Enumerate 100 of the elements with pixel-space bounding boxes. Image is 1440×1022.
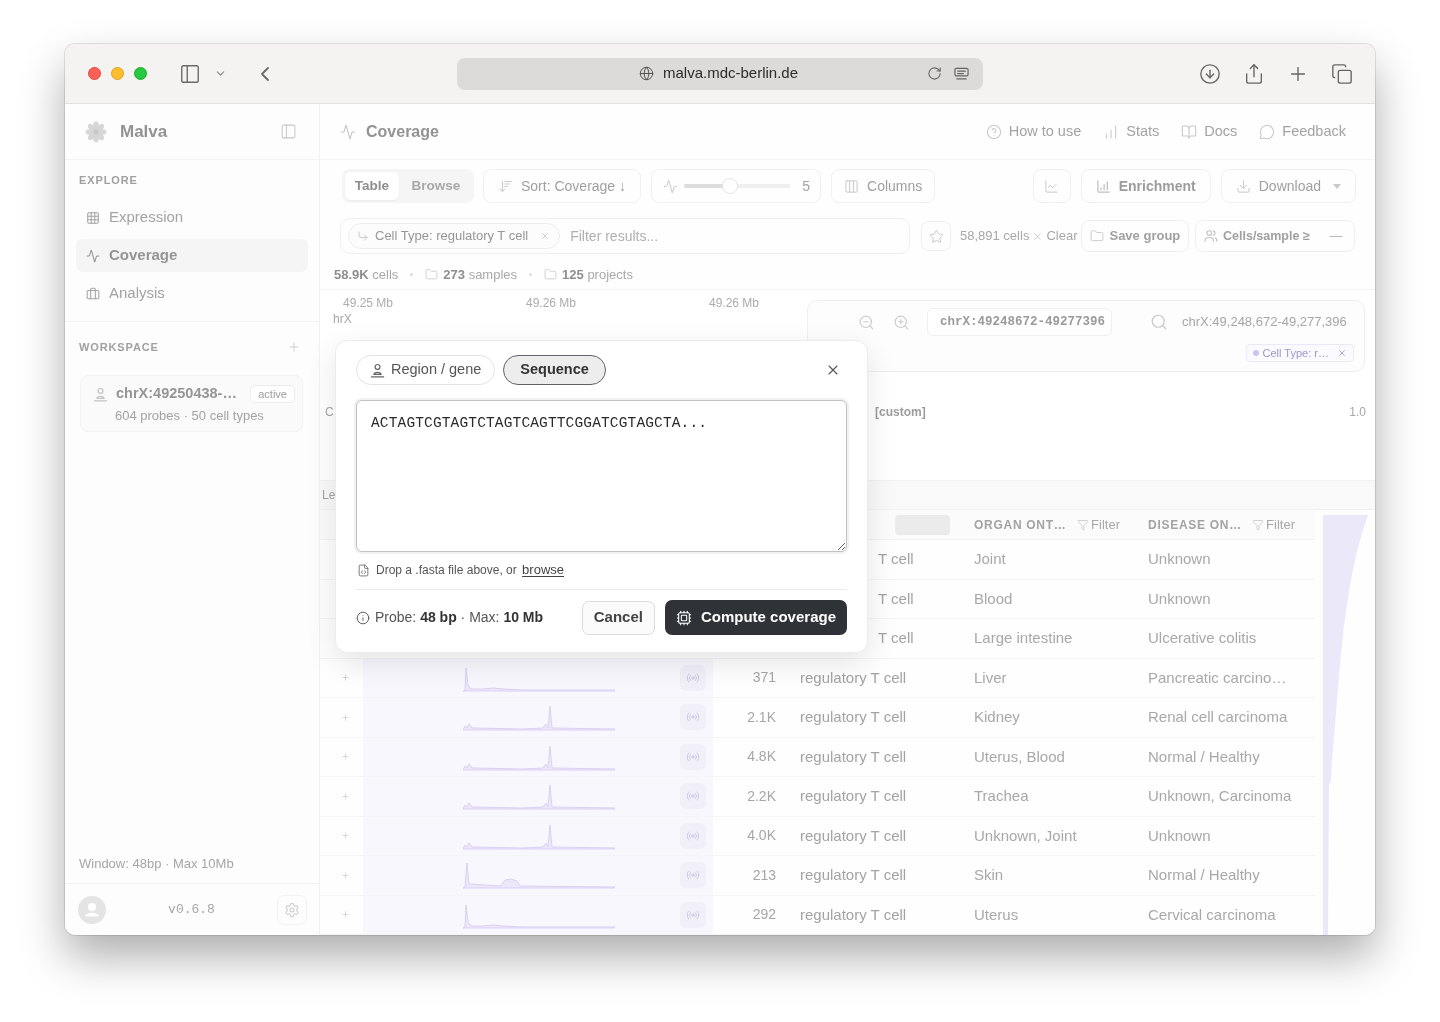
table-cell: Renal cell carcinoma xyxy=(1148,708,1288,725)
signal-button[interactable] xyxy=(680,664,706,691)
columns-button[interactable]: Columns xyxy=(831,169,936,203)
table-cell: Large intestine xyxy=(974,629,1073,646)
locus-field[interactable]: chrX:49248672-49277396 xyxy=(927,308,1112,336)
workspace-card[interactable]: chrX:49250438-… active 604 probes · 50 cell types xyxy=(80,375,303,432)
compute-coverage-button[interactable]: Compute coverage xyxy=(664,600,847,635)
window-info: Window: 48bp · Max 10Mb xyxy=(78,857,235,871)
download-icon[interactable] xyxy=(1199,62,1221,85)
filter-input[interactable]: Filter results... xyxy=(570,225,909,247)
slider-thumb[interactable] xyxy=(721,178,738,194)
signal-button[interactable] xyxy=(680,743,706,770)
table-cell: Skin xyxy=(974,866,1004,883)
caret-icon xyxy=(1333,183,1341,189)
view-tab[interactable]: Table xyxy=(345,172,399,200)
zoom-in-icon[interactable] xyxy=(893,313,910,331)
nav-item[interactable]: Coverage xyxy=(76,239,308,272)
radio-waves-icon xyxy=(686,907,700,922)
signal-button[interactable] xyxy=(680,901,706,928)
address-bar[interactable]: malva.mdc-berlin.de xyxy=(457,57,983,90)
status-badge: active xyxy=(250,385,295,403)
plus-icon[interactable] xyxy=(341,870,350,880)
avatar-icon[interactable] xyxy=(78,895,106,924)
zoom-out-icon[interactable] xyxy=(858,313,875,331)
pulse-icon xyxy=(86,248,100,263)
funnel-icon xyxy=(1077,518,1090,531)
filter-field[interactable]: Cell Type: regulatory T cell Filter results... xyxy=(340,218,910,254)
reader-icon[interactable] xyxy=(954,66,969,81)
table-cell-text: 4.8K xyxy=(747,747,776,767)
reload-icon[interactable] xyxy=(927,66,942,81)
plus-icon[interactable] xyxy=(341,673,350,683)
tabs-icon[interactable] xyxy=(1331,62,1353,85)
table-cell: Cervical carcinoma xyxy=(1148,905,1276,923)
table-cell: regulatory T cell xyxy=(800,866,907,883)
filter-button[interactable]: Filter xyxy=(1252,514,1295,535)
locus-text: chrX:49,248,672-49,277,396 xyxy=(1182,313,1347,332)
header-link[interactable]: How to use xyxy=(985,120,1082,143)
axis-label: 49.25 Mb xyxy=(343,296,394,310)
sidebar-toggle-icon[interactable] xyxy=(178,62,202,85)
clear-button[interactable]: Clear xyxy=(1032,226,1078,246)
person-pin-icon xyxy=(370,362,385,378)
browse-link[interactable]: browse xyxy=(522,562,564,578)
chart-button[interactable] xyxy=(1032,169,1071,203)
plus-icon[interactable] xyxy=(341,910,350,920)
table-cell: regulatory T cell xyxy=(800,826,907,844)
sort-button[interactable]: Sort: Coverage ↓ xyxy=(483,169,642,203)
table-cell: Blood xyxy=(974,589,1013,607)
search-icon[interactable] xyxy=(1150,313,1168,331)
remove-icon[interactable] xyxy=(540,231,551,241)
nav-item[interactable]: Analysis xyxy=(76,277,308,310)
signal-button[interactable] xyxy=(680,862,706,889)
filter-chip[interactable]: Cell Type: regulatory T cell xyxy=(348,223,561,249)
radio-waves-icon xyxy=(686,670,700,685)
sequence-field[interactable]: ACTAGTCGTAGTCTAGTCAGTTCGGATCGTAGCTA... xyxy=(356,400,847,552)
zoom-window-button[interactable] xyxy=(134,67,147,80)
min-cells-input[interactable]: — xyxy=(1324,226,1348,246)
table-cell: Uterus xyxy=(974,905,1019,923)
file-drop-hint: Drop a .fasta file above, or browse xyxy=(376,561,564,580)
plus-icon[interactable] xyxy=(341,831,350,841)
users-icon xyxy=(1204,229,1218,243)
plus-icon[interactable] xyxy=(341,752,350,762)
header-link[interactable]: Docs xyxy=(1181,120,1238,143)
table-cell: Normal / Healthy xyxy=(1148,747,1260,765)
table-cell: Unknown xyxy=(1148,550,1211,567)
signal-button[interactable] xyxy=(680,822,706,849)
header-link[interactable]: Stats xyxy=(1103,120,1160,143)
filter-button[interactable]: Filter xyxy=(1077,514,1120,535)
cancel-button[interactable]: Cancel xyxy=(581,600,655,635)
mode-tab[interactable]: Region / gene xyxy=(356,355,496,385)
view-tab[interactable]: Browse xyxy=(401,172,471,200)
save-group-button[interactable]: Save group xyxy=(1081,220,1190,252)
table-cell: Ulcerative colitis xyxy=(1148,629,1257,646)
download-icon xyxy=(1235,178,1251,194)
mode-tab[interactable]: Sequence xyxy=(503,355,606,385)
plus-icon[interactable] xyxy=(341,791,350,801)
table-cell-text: 213 xyxy=(752,865,776,885)
header-link[interactable]: Feedback xyxy=(1259,120,1346,143)
enrichment-button[interactable]: Enrichment xyxy=(1080,169,1211,203)
nav-item[interactable]: Expression xyxy=(76,201,308,234)
star-icon xyxy=(928,228,944,244)
signal-button[interactable] xyxy=(680,783,706,810)
filter-chip[interactable]: Cell Type: r… xyxy=(1245,344,1354,362)
share-icon[interactable] xyxy=(1243,62,1265,85)
table-cell: Joint xyxy=(974,550,1006,567)
section-label: WORKSPACE xyxy=(79,340,159,354)
app-name: Malva xyxy=(120,120,168,143)
sidebar-toggle-icon[interactable] xyxy=(280,123,297,140)
settings-button[interactable] xyxy=(277,894,307,925)
plus-icon[interactable] xyxy=(341,712,350,722)
signal-button[interactable] xyxy=(680,704,706,731)
favorite-button[interactable] xyxy=(921,221,951,251)
version-label: v0.6.8 xyxy=(168,900,215,919)
axis-label: 49.26 Mb xyxy=(709,296,760,310)
download-button[interactable]: Download xyxy=(1220,169,1356,203)
remove-icon[interactable] xyxy=(1337,348,1347,358)
pulse-icon xyxy=(663,178,679,194)
table-cell: Pancreatic carcino… xyxy=(1148,668,1287,686)
minimize-window-button[interactable] xyxy=(111,67,124,80)
close-window-button[interactable] xyxy=(88,67,101,80)
table-cell: Trachea xyxy=(974,787,1029,804)
